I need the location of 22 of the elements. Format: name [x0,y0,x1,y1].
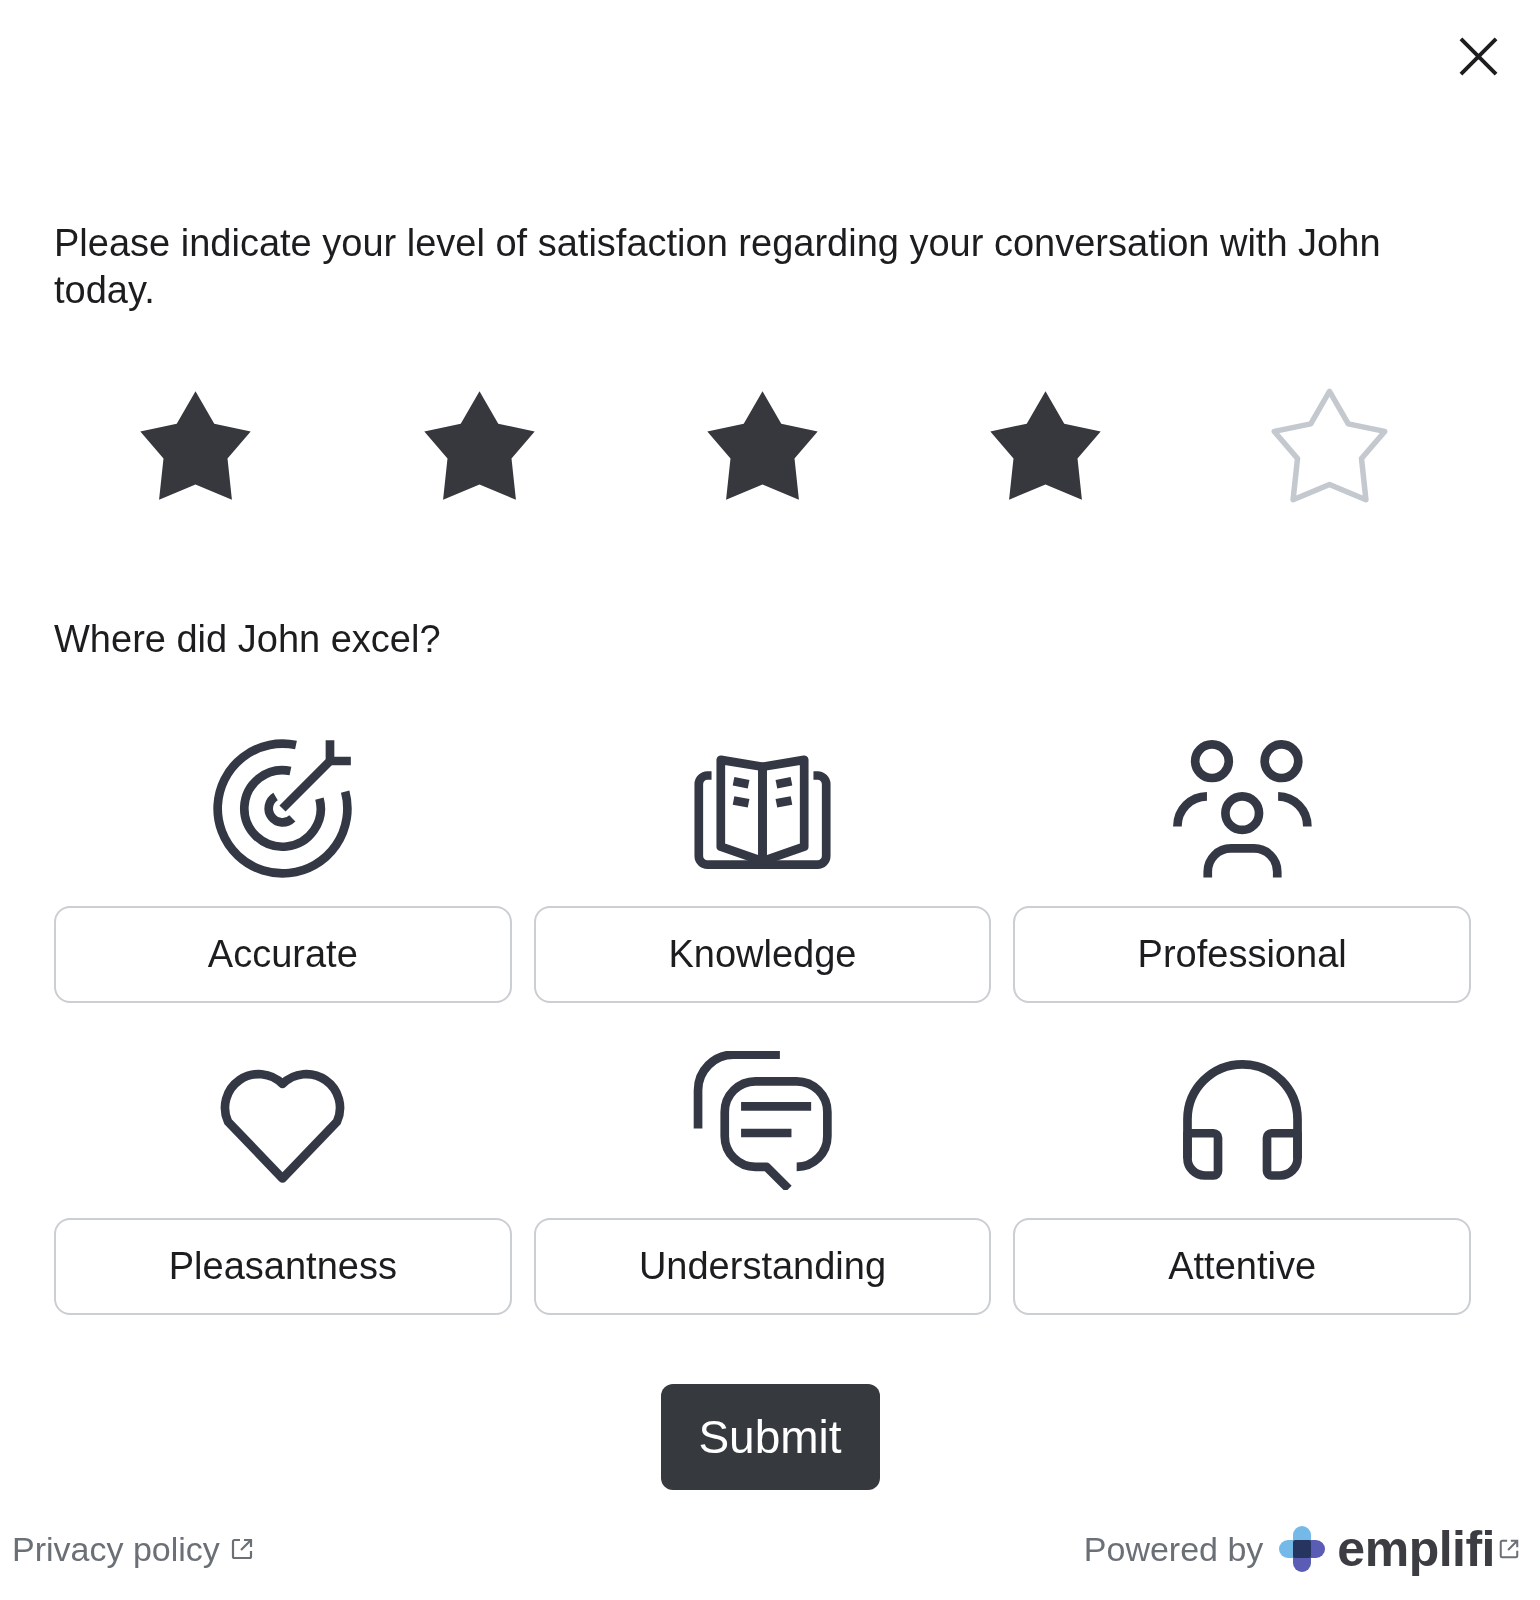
external-link-icon [229,1537,254,1561]
question-text: Please indicate your level of satisfaction regarding your conversation with John today. [54,221,1382,313]
privacy-policy-link[interactable]: Privacy policy [12,1529,254,1569]
star-outline-icon[interactable] [1270,388,1388,503]
question-text: Where did John excel? [54,617,442,662]
option-button[interactable]: Accurate [54,906,512,1003]
target-icon [213,739,353,878]
powered-by-text: Powered by [1083,1529,1264,1569]
external-link-icon [1498,1538,1520,1560]
brand-link[interactable]: emplifi [1279,1524,1520,1574]
option-button[interactable]: Knowledge [533,906,992,1003]
people-group-icon [1172,739,1312,878]
brand-logo-icon [1279,1526,1326,1572]
submit-button[interactable]: Submit [660,1384,880,1490]
option-button[interactable]: Professional [1013,906,1471,1003]
option-button[interactable]: Attentive [1013,1218,1471,1315]
close-icon [1459,37,1498,76]
chat-bubbles-icon [693,1051,832,1190]
close-button[interactable] [1459,37,1498,76]
option-button[interactable]: Understanding [533,1218,992,1315]
option-button[interactable]: Pleasantness [54,1218,512,1315]
star-icon[interactable] [704,388,821,503]
